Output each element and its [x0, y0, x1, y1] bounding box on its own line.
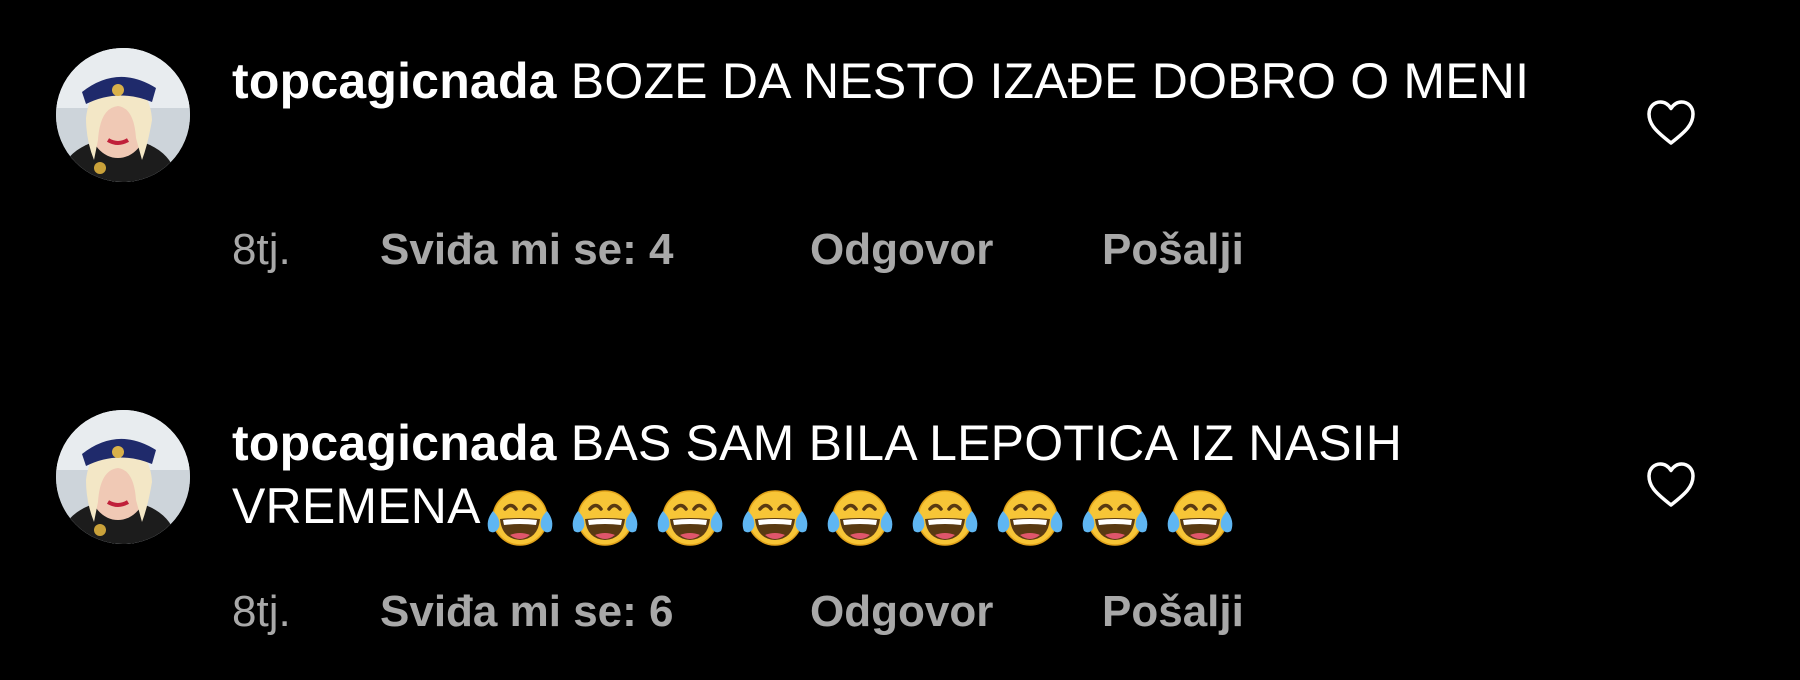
comment-meta: 8tj. Sviđa mi se: 6 Odgovor Pošalji — [232, 587, 1244, 637]
comment-username[interactable]: topcagicnada — [232, 53, 557, 109]
face-with-tears-of-joy-icon — [568, 487, 642, 549]
reply-button[interactable]: Odgovor — [810, 587, 1102, 637]
send-button[interactable]: Pošalji — [1102, 225, 1244, 275]
comment-text: topcagicnada BAS SAM BILA LEPOTICA IZ NA… — [232, 412, 1572, 549]
face-with-tears-of-joy-icon — [1163, 487, 1237, 549]
reply-button[interactable]: Odgovor — [810, 225, 1102, 275]
face-with-tears-of-joy-icon — [823, 487, 897, 549]
comment-text: topcagicnada BOZE DA NESTO IZAĐE DOBRO O… — [232, 50, 1572, 113]
likes-count-button[interactable]: Sviđa mi se: 6 — [380, 587, 810, 637]
send-button[interactable]: Pošalji — [1102, 587, 1244, 637]
avatar-image — [56, 48, 190, 182]
avatar[interactable] — [56, 410, 190, 544]
face-with-tears-of-joy-icon — [908, 487, 982, 549]
face-with-tears-of-joy-icon — [1078, 487, 1152, 549]
face-with-tears-of-joy-icon — [738, 487, 812, 549]
face-with-tears-of-joy-icon — [993, 487, 1067, 549]
comment-meta: 8tj. Sviđa mi se: 4 Odgovor Pošalji — [232, 225, 1244, 275]
comment-message: BOZE DA NESTO IZAĐE DOBRO O MENI — [570, 53, 1530, 109]
avatar[interactable] — [56, 48, 190, 182]
like-heart-icon[interactable] — [1645, 461, 1697, 509]
comment-time: 8tj. — [232, 225, 291, 274]
face-with-tears-of-joy-icon — [483, 487, 557, 549]
likes-count-button[interactable]: Sviđa mi se: 4 — [380, 225, 810, 275]
avatar-image — [56, 410, 190, 544]
comment-time: 8tj. — [232, 587, 291, 636]
comment-username[interactable]: topcagicnada — [232, 415, 557, 471]
face-with-tears-of-joy-icon — [653, 487, 727, 549]
like-heart-icon[interactable] — [1645, 99, 1697, 147]
emoji-row — [483, 483, 1248, 549]
